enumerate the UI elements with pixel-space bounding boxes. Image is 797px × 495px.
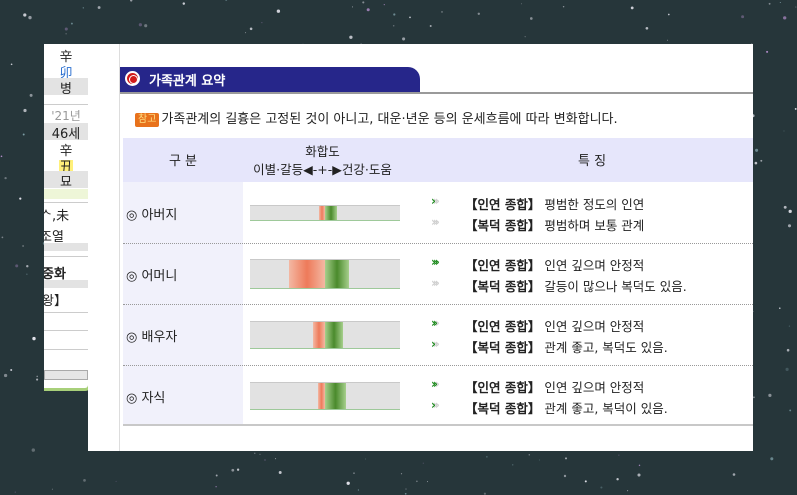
harmony-bar xyxy=(250,259,400,289)
col-header-harmony: 화합도 xyxy=(305,144,340,159)
note-text: 가족관계의 길흉은 고정된 것이 아니고, 대운·년운 등의 운세흐름에 따라 … xyxy=(161,112,618,127)
feature-label: 【인연 종합】 xyxy=(465,258,541,273)
feature-line: 【인연 종합】 인연 깊으며 안정적 xyxy=(465,377,644,396)
rating-chevron-icon: ››› xyxy=(431,377,440,391)
col-header-category: 구 분 xyxy=(168,154,198,169)
support-fill xyxy=(325,206,337,220)
label-cell: 묘 xyxy=(44,171,88,190)
feature-line: 【복덕 종합】 관계 좋고, 복덕도 있음. xyxy=(465,337,668,356)
feature-text: 인연 깊으며 안정적 xyxy=(544,319,645,334)
feature-label: 【복덕 종합】 xyxy=(465,401,541,416)
rating-chevron-icon: ››› xyxy=(431,215,440,229)
target-circle-icon xyxy=(125,71,140,86)
rating-chevron-icon: ››› xyxy=(431,255,440,269)
feature-label: 【복덕 종합】 xyxy=(465,279,541,294)
family-member-name: ◎ 아버지 xyxy=(126,208,178,223)
age-label: 46세 xyxy=(44,123,88,142)
col-header-harmony-scale: 이별·갈등◀-+-▶건강·도움 xyxy=(253,162,392,177)
feature-line: 【인연 종합】 평범한 정도의 인연 xyxy=(465,194,644,213)
section-title: 가족관계 요약 xyxy=(149,74,226,89)
harmony-bar xyxy=(250,205,400,221)
feature-text: 갈등이 많으나 복덕도 있음. xyxy=(544,279,687,294)
rating-chevron-icon: ››› xyxy=(431,316,440,330)
harmony-bar xyxy=(250,321,400,349)
feature-label: 【인연 종합】 xyxy=(465,319,541,334)
label-cell: 병 xyxy=(44,78,88,97)
left-side-panel: 辛 卯 병 '21년 46세 辛 丑 묘 ᄉ,未 조열 중화 왕】 xyxy=(44,44,91,391)
feature-text: 평범한 정도의 인연 xyxy=(544,197,645,212)
family-summary-panel: 가족관계 요약 참고 가족관계의 길흉은 고정된 것이 아니고, 대운·년운 등의… xyxy=(88,44,753,451)
conflict-fill xyxy=(289,260,325,288)
conflict-fill xyxy=(317,383,325,409)
feature-line: 【복덕 종합】 갈등이 많으나 복덕도 있음. xyxy=(465,276,687,295)
feature-text: 관계 좋고, 복덕이 있음. xyxy=(544,401,668,416)
rating-chevron-icon: ››› xyxy=(431,337,440,351)
partial-text: 왕】 xyxy=(44,294,67,309)
family-member-name: ◎ 배우자 xyxy=(126,330,178,345)
feature-label: 【복덕 종합】 xyxy=(465,340,541,355)
family-member-name: ◎ 자식 xyxy=(126,391,166,406)
family-member-name: ◎ 어머니 xyxy=(126,269,178,284)
partial-text: ᄉ,未 xyxy=(44,209,70,224)
conflict-fill xyxy=(313,322,325,348)
feature-text: 평범하며 보통 관계 xyxy=(544,218,645,233)
rating-chevron-icon: ››› xyxy=(431,398,440,412)
support-fill xyxy=(325,322,343,348)
feature-text: 관계 좋고, 복덕도 있음. xyxy=(544,340,668,355)
feature-label: 【인연 종합】 xyxy=(465,380,541,395)
rating-chevron-icon: ››› xyxy=(431,194,440,208)
note-badge: 참고 xyxy=(135,113,160,127)
feature-label: 【복덕 종합】 xyxy=(465,218,541,233)
feature-line: 【복덕 종합】 평범하며 보통 관계 xyxy=(465,215,644,234)
feature-text: 인연 깊으며 안정적 xyxy=(544,380,645,395)
harmony-bar xyxy=(250,382,400,410)
feature-text: 인연 깊으며 안정적 xyxy=(544,258,645,273)
feature-line: 【인연 종합】 인연 깊으며 안정적 xyxy=(465,255,644,274)
col-header-features: 특 징 xyxy=(578,154,607,169)
rating-chevron-icon: ››› xyxy=(431,276,440,290)
feature-line: 【복덕 종합】 관계 좋고, 복덕이 있음. xyxy=(465,398,668,417)
feature-label: 【인연 종합】 xyxy=(465,197,541,212)
notice: 참고 가족관계의 길흉은 고정된 것이 아니고, 대운·년운 등의 운세흐름에 따… xyxy=(135,108,618,127)
feature-line: 【인연 종합】 인연 깊으며 안정적 xyxy=(465,316,644,335)
year-label: '21년 xyxy=(51,109,81,123)
support-fill xyxy=(325,383,346,409)
section-header: 가족관계 요약 xyxy=(120,67,420,92)
support-fill xyxy=(325,260,349,288)
